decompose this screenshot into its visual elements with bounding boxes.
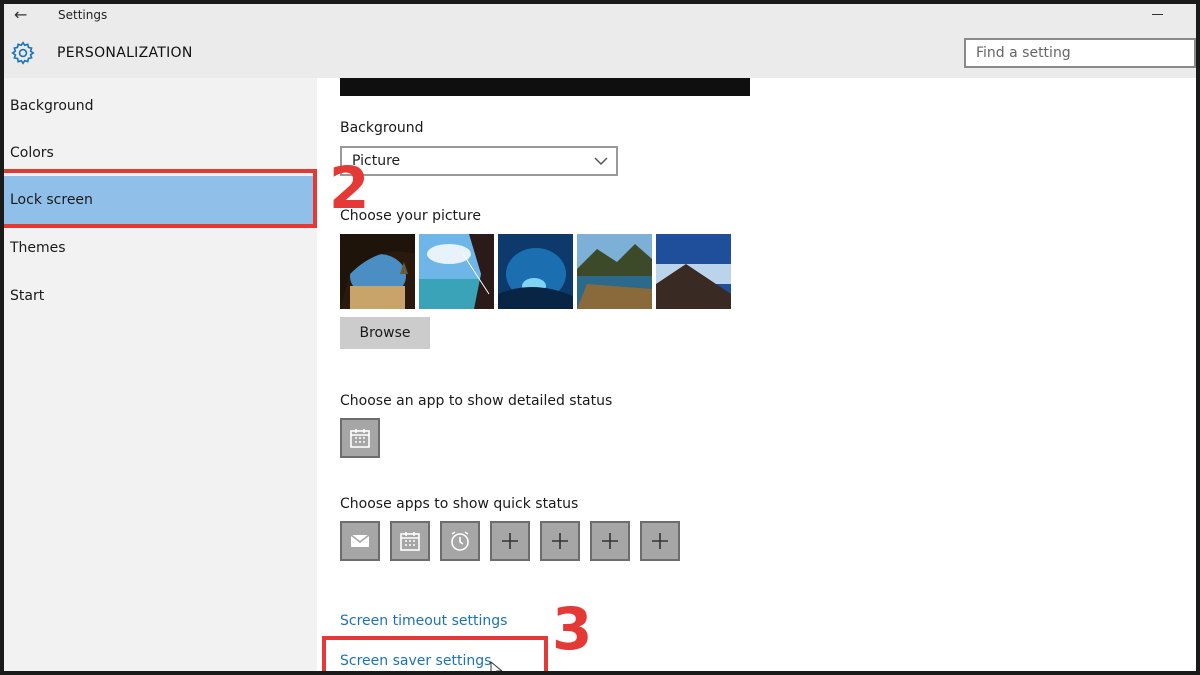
sidebar-item-background[interactable]: Background (4, 82, 317, 130)
sidebar-item-start[interactable]: Start (4, 272, 317, 320)
plus-icon (652, 533, 668, 549)
page-title: PERSONALIZATION (57, 45, 193, 61)
minimize-button[interactable] (1150, 4, 1166, 24)
quick-status-alarm-button[interactable] (440, 521, 480, 561)
background-label: Background (340, 120, 424, 136)
picture-thumbnail-mountain[interactable] (656, 234, 731, 309)
main-content: Background Picture Choose your picture B… (317, 78, 1196, 671)
sidebar: Background Colors Lock screen Themes Sta… (4, 78, 317, 671)
back-arrow-icon[interactable]: ← (14, 5, 27, 25)
chevron-down-icon (594, 157, 608, 166)
detailed-status-label: Choose an app to show detailed status (340, 393, 613, 409)
sidebar-item-lock-screen[interactable]: Lock screen (4, 176, 317, 224)
calendar-icon (350, 429, 370, 448)
screen-timeout-settings-link[interactable]: Screen timeout settings (340, 613, 507, 629)
quick-status-label: Choose apps to show quick status (340, 496, 579, 512)
picture-thumbnail-ice-cave[interactable] (498, 234, 573, 309)
picture-thumbnail-beach[interactable] (419, 234, 494, 309)
plus-icon (502, 533, 518, 549)
mouse-cursor-icon (490, 661, 502, 671)
background-dropdown[interactable]: Picture (340, 146, 618, 176)
quick-status-add-button[interactable] (590, 521, 630, 561)
page-header: PERSONALIZATION (4, 28, 1196, 78)
quick-status-calendar-button[interactable] (390, 521, 430, 561)
quick-status-add-button[interactable] (540, 521, 580, 561)
window-title: Settings (58, 8, 108, 22)
detailed-status-app-button[interactable] (340, 418, 380, 458)
step-number-3: 3 (552, 595, 593, 663)
quick-status-mail-button[interactable] (340, 521, 380, 561)
quick-status-add-button[interactable] (640, 521, 680, 561)
picture-thumbnail-lake[interactable] (577, 234, 652, 309)
mail-icon (350, 534, 370, 547)
plus-icon (602, 533, 618, 549)
lock-screen-preview (340, 78, 750, 96)
picture-thumbnail-cave[interactable] (340, 234, 415, 309)
sidebar-item-colors[interactable]: Colors (4, 129, 317, 177)
gear-icon (11, 41, 35, 65)
title-bar: ← Settings (4, 4, 1196, 28)
screen-saver-settings-link[interactable]: Screen saver settings (340, 653, 491, 669)
plus-icon (552, 533, 568, 549)
step-number-2: 2 (329, 154, 370, 222)
search-input[interactable] (964, 38, 1196, 68)
browse-button[interactable]: Browse (340, 317, 430, 349)
settings-window: ← Settings PERSONALIZATION Background Co… (4, 4, 1196, 671)
alarm-icon (451, 531, 469, 551)
sidebar-item-themes[interactable]: Themes (4, 224, 317, 272)
calendar-icon (400, 532, 420, 551)
quick-status-add-button[interactable] (490, 521, 530, 561)
